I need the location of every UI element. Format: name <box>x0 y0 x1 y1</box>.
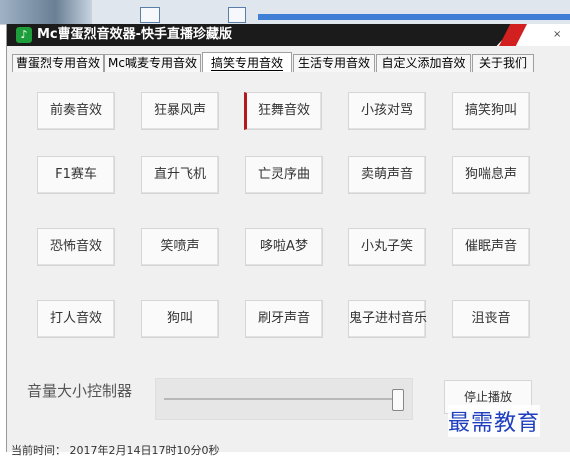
background-window-icon <box>140 7 160 23</box>
sound-button[interactable]: 打人音效 <box>37 300 115 338</box>
sound-button[interactable]: 小丸子笑 <box>348 228 426 266</box>
app-logo-icon: ♪ <box>16 27 32 43</box>
window-title: Mc曹蛋烈音效器-快手直播珍藏版 <box>37 27 233 42</box>
sound-button[interactable]: 狂暴风声 <box>141 92 219 130</box>
sound-button[interactable]: 恐怖音效 <box>37 228 115 266</box>
sound-button[interactable]: 狗喘息声 <box>452 156 530 194</box>
sound-button[interactable]: 搞笑狗叫 <box>452 92 530 130</box>
sound-button[interactable]: F1赛车 <box>37 156 115 194</box>
sound-button[interactable]: 亡灵序曲 <box>245 156 323 194</box>
sound-button[interactable]: 前奏音效 <box>37 92 115 130</box>
sound-button[interactable]: 哆啦A梦 <box>245 228 323 266</box>
background-window-icon <box>228 7 246 23</box>
status-bar: 当前时间： 2017年2月14日17时10分0秒 <box>11 444 220 457</box>
sound-button[interactable]: 沮丧音 <box>452 300 530 338</box>
background-blue-bar <box>258 14 570 20</box>
tab-gaoxiao[interactable]: 搞笑专用音效 <box>202 52 292 73</box>
watermark: 最需教育 <box>448 405 541 437</box>
volume-slider-thumb[interactable] <box>392 389 404 411</box>
volume-slider-track <box>164 398 400 400</box>
title-bar: ♪ Mc曹蛋烈音效器-快手直播珍藏版 × <box>7 24 570 46</box>
sound-button[interactable]: 鬼子进村音乐 <box>348 300 427 338</box>
close-icon[interactable]: × <box>553 30 561 40</box>
sound-button-active[interactable]: 狂舞音效 <box>244 92 322 130</box>
background-desktop-strip <box>0 0 570 25</box>
sound-button[interactable]: 笑喷声 <box>141 228 219 266</box>
tab-caodanlie[interactable]: 曹蛋烈专用音效 <box>12 54 104 72</box>
app-window: ♪ Mc曹蛋烈音效器-快手直播珍藏版 × 曹蛋烈专用音效 Mc喊麦专用音效 搞笑… <box>6 24 570 457</box>
sound-button[interactable]: 卖萌声音 <box>348 156 426 194</box>
tab-about[interactable]: 关于我们 <box>472 54 534 72</box>
sound-button[interactable]: 狗叫 <box>141 300 219 338</box>
volume-slider[interactable] <box>155 378 413 420</box>
sound-button[interactable]: 催眠声音 <box>452 228 530 266</box>
sound-panel: 前奏音效 狂暴风声 狂舞音效 小孩对骂 搞笑狗叫 F1赛车 直升飞机 亡灵序曲 … <box>11 72 567 402</box>
tab-shenghuo[interactable]: 生活专用音效 <box>293 54 375 72</box>
volume-label: 音量大小控制器 <box>27 382 133 400</box>
tab-custom-add[interactable]: 自定义添加音效 <box>376 54 471 72</box>
tab-mc-hanmai[interactable]: Mc喊麦专用音效 <box>104 54 201 72</box>
sound-button[interactable]: 刷牙声音 <box>245 300 323 338</box>
sound-button[interactable]: 小孩对骂 <box>348 92 426 130</box>
sound-button[interactable]: 直升飞机 <box>141 156 219 194</box>
background-thumbnail <box>0 0 92 24</box>
